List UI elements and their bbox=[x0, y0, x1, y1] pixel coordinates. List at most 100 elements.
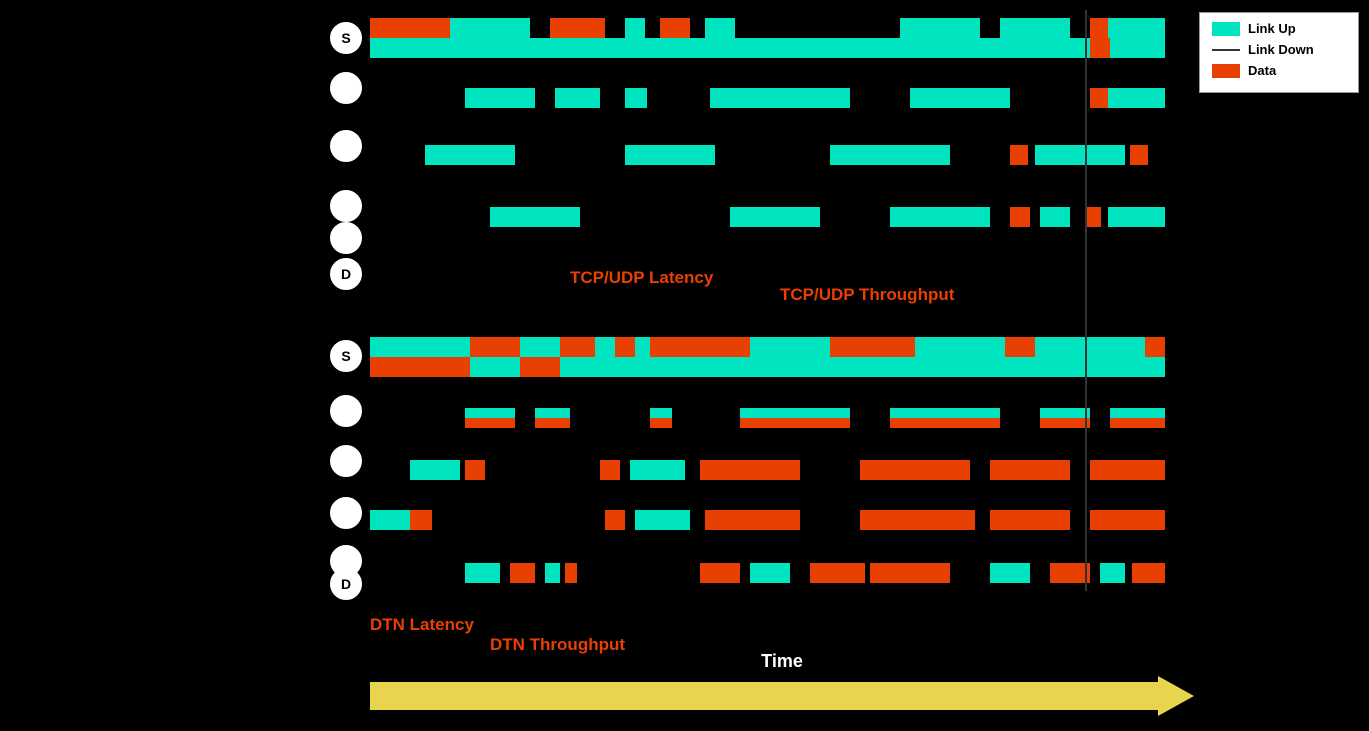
seg bbox=[1090, 510, 1165, 530]
seg bbox=[660, 18, 690, 38]
node-1-5 bbox=[330, 222, 362, 254]
seg bbox=[700, 563, 740, 583]
seg bbox=[1085, 207, 1101, 227]
seg bbox=[370, 18, 450, 38]
tcpudp-latency-label: TCP/UDP Latency bbox=[570, 268, 713, 288]
seg bbox=[705, 510, 800, 530]
seg bbox=[700, 460, 800, 480]
node-2-4 bbox=[330, 497, 362, 529]
seg bbox=[830, 145, 950, 165]
seg bbox=[1040, 408, 1090, 418]
seg bbox=[1090, 38, 1110, 58]
seg bbox=[890, 207, 990, 227]
seg bbox=[520, 337, 560, 357]
seg bbox=[870, 563, 950, 583]
bar-1-4 bbox=[370, 207, 1165, 227]
time-label: Time bbox=[370, 651, 1194, 672]
main-container: Link Up Link Down Data S D bbox=[0, 0, 1369, 731]
legend: Link Up Link Down Data bbox=[1199, 12, 1359, 93]
seg bbox=[410, 510, 432, 530]
seg bbox=[1010, 145, 1028, 165]
seg bbox=[1130, 145, 1148, 165]
seg bbox=[1035, 337, 1145, 357]
bar-s1-bottom bbox=[370, 38, 1165, 58]
seg bbox=[465, 88, 535, 108]
node-1-3 bbox=[330, 130, 362, 162]
arrow-head bbox=[1158, 676, 1194, 716]
seg bbox=[750, 563, 790, 583]
seg bbox=[740, 408, 850, 418]
dtn-bar-2-teal bbox=[370, 408, 1165, 418]
seg bbox=[370, 38, 1165, 58]
seg bbox=[1000, 18, 1070, 38]
legend-label-linkup: Link Up bbox=[1248, 21, 1296, 36]
seg bbox=[635, 510, 690, 530]
seg bbox=[910, 88, 1010, 108]
seg bbox=[465, 563, 500, 583]
legend-item-data: Data bbox=[1212, 63, 1346, 78]
seg bbox=[990, 563, 1030, 583]
seg bbox=[650, 408, 672, 418]
seg bbox=[555, 88, 600, 108]
seg bbox=[370, 510, 410, 530]
node-2-3 bbox=[330, 445, 362, 477]
seg bbox=[990, 460, 1070, 480]
seg bbox=[890, 408, 1000, 418]
seg bbox=[730, 207, 820, 227]
node-d1: D bbox=[330, 258, 362, 290]
dtn-bar-4 bbox=[370, 510, 1165, 530]
seg bbox=[565, 563, 577, 583]
bar-s1-top bbox=[370, 18, 1165, 38]
seg bbox=[1110, 408, 1165, 418]
legend-color-linkup bbox=[1212, 22, 1240, 36]
bar-1-3 bbox=[370, 145, 1165, 165]
seg bbox=[625, 88, 647, 108]
seg bbox=[450, 18, 530, 38]
node-d2: D bbox=[330, 568, 362, 600]
dtn-latency-label: DTN Latency bbox=[370, 615, 474, 635]
tcpudp-throughput-label: TCP/UDP Throughput bbox=[780, 285, 954, 305]
seg bbox=[425, 145, 515, 165]
seg bbox=[635, 337, 650, 357]
seg bbox=[370, 337, 470, 357]
legend-label-linkdown: Link Down bbox=[1248, 42, 1314, 57]
seg bbox=[1090, 18, 1108, 38]
node-1-2 bbox=[330, 72, 362, 104]
seg bbox=[1035, 145, 1125, 165]
seg bbox=[605, 510, 625, 530]
legend-label-data: Data bbox=[1248, 63, 1276, 78]
dtn-bar-s-bottom bbox=[370, 357, 1165, 377]
seg bbox=[1090, 460, 1165, 480]
seg bbox=[510, 563, 535, 583]
seg bbox=[1050, 563, 1090, 583]
seg bbox=[1108, 18, 1165, 38]
time-area: Time bbox=[370, 651, 1194, 716]
seg bbox=[625, 145, 715, 165]
seg bbox=[705, 18, 735, 38]
seg bbox=[915, 337, 1005, 357]
seg bbox=[410, 460, 460, 480]
node-2-2 bbox=[330, 395, 362, 427]
seg bbox=[710, 88, 850, 108]
seg bbox=[520, 357, 560, 377]
seg bbox=[535, 408, 570, 418]
seg bbox=[370, 357, 470, 377]
seg bbox=[1108, 88, 1165, 108]
seg bbox=[1010, 207, 1030, 227]
dtn-bar-3 bbox=[370, 460, 1165, 480]
node-s1: S bbox=[330, 22, 362, 54]
seg bbox=[490, 207, 580, 227]
legend-item-linkup: Link Up bbox=[1212, 21, 1346, 36]
seg bbox=[370, 357, 1165, 377]
vertical-line bbox=[1085, 10, 1087, 591]
seg bbox=[595, 337, 615, 357]
seg bbox=[1132, 563, 1165, 583]
seg bbox=[1040, 207, 1070, 227]
seg bbox=[1100, 563, 1125, 583]
legend-color-linkdown bbox=[1212, 49, 1240, 51]
dtn-bar-d bbox=[370, 563, 1165, 583]
time-arrow bbox=[370, 676, 1194, 716]
seg bbox=[1090, 88, 1108, 108]
arrow-body bbox=[370, 682, 1158, 710]
bar-1-2 bbox=[370, 88, 1165, 108]
